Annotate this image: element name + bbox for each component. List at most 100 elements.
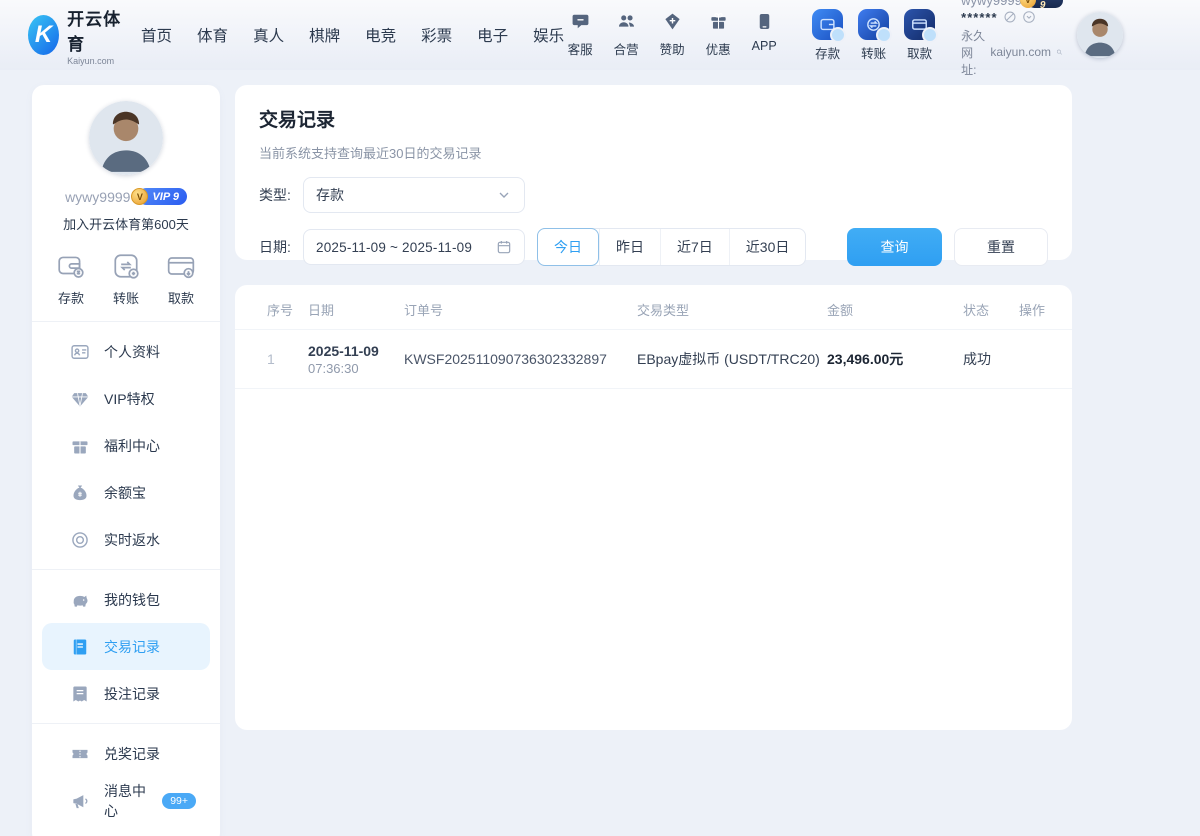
permanent-url-label: 永久网址: xyxy=(961,28,986,77)
range-30days-button[interactable]: 近30日 xyxy=(728,229,806,265)
reset-button[interactable]: 重置 xyxy=(954,228,1048,266)
page-subtitle: 当前系统支持查询最近30日的交易记录 xyxy=(259,146,482,161)
cell-amount: 23,496.00元 xyxy=(827,351,904,367)
sidebar-vip-badge: V VIP 9 xyxy=(131,188,187,205)
transfer-icon xyxy=(114,254,139,279)
topbar: K 开云体育 Kaiyun.com 首页 体育 真人 棋牌 电竞 彩票 电子 娱… xyxy=(0,0,1200,77)
sidebar-item-transactions[interactable]: 交易记录 xyxy=(42,623,210,670)
range-7days-button[interactable]: 近7日 xyxy=(660,229,729,265)
customer-service-button[interactable]: 客服 xyxy=(564,12,596,58)
diamond-badge-icon xyxy=(663,12,682,36)
type-label: 类型: xyxy=(259,187,291,203)
piggy-bank-icon xyxy=(73,595,88,607)
date-range-input[interactable]: 2025-11-09 ~ 2025-11-09 xyxy=(303,229,525,265)
vip-medal-icon: V xyxy=(1019,0,1036,8)
divider xyxy=(32,569,220,570)
sidebar-avatar[interactable] xyxy=(89,101,163,175)
sponsorship-button[interactable]: 赞助 xyxy=(656,12,688,58)
logo-icon: K xyxy=(28,15,60,55)
money-bag-icon xyxy=(73,485,87,500)
sidebar: wywy9999 V VIP 9 加入开云体育第600天 存款 转账 取款 个人… xyxy=(32,85,220,836)
date-filter-row: 日期: 2025-11-09 ~ 2025-11-09 今日 昨日 近7日 近3… xyxy=(259,228,1048,266)
vip-medal-icon: V xyxy=(131,188,149,205)
chat-bubble-icon xyxy=(571,12,590,36)
col-header-action: 操作 xyxy=(1019,302,1046,318)
logo-title: 开云体育 xyxy=(67,9,122,54)
chevron-down-circle-icon[interactable] xyxy=(1022,10,1036,24)
target-icon xyxy=(72,531,88,548)
gift-icon xyxy=(709,12,728,36)
sidebar-item-yuebao[interactable]: 余额宝 xyxy=(42,469,210,516)
col-header-index: 序号 xyxy=(267,302,294,318)
nav-item-board-games[interactable]: 棋牌 xyxy=(309,24,340,46)
deposit-button[interactable]: 存款 xyxy=(812,8,847,62)
col-header-status: 状态 xyxy=(963,302,990,318)
promotions-button[interactable]: 优惠 xyxy=(702,12,734,58)
nav-item-live-casino[interactable]: 真人 xyxy=(253,24,284,46)
withdraw-card-icon xyxy=(904,8,939,43)
receipt-icon xyxy=(73,686,87,701)
table-header-row: 序号 日期 订单号 交易类型 金额 状态 操作 xyxy=(235,289,1072,329)
date-range-presets: 今日 昨日 近7日 近30日 xyxy=(537,228,807,266)
cell-transaction-type: EBpay虚拟币 (USDT/TRC20) xyxy=(637,351,820,367)
vip-badge: V VIP 9 xyxy=(1019,0,1063,11)
sidebar-item-rebate[interactable]: 实时返水 xyxy=(42,516,210,563)
visibility-off-icon[interactable] xyxy=(1003,10,1017,24)
sidebar-item-vip[interactable]: VIP特权 xyxy=(42,375,210,422)
nav-item-sports[interactable]: 体育 xyxy=(197,24,228,46)
page-body: wywy9999 V VIP 9 加入开云体育第600天 存款 转账 取款 个人… xyxy=(0,70,1200,836)
sidebar-withdraw-button[interactable]: 取款 xyxy=(166,251,196,307)
sidebar-transfer-button[interactable]: 转账 xyxy=(111,251,141,307)
search-button[interactable]: 查询 xyxy=(847,228,942,266)
sidebar-quick-actions: 存款 转账 取款 xyxy=(32,251,220,307)
type-filter-row: 类型: 存款 xyxy=(259,177,1048,213)
date-label: 日期: xyxy=(259,239,291,255)
table-row: 1 2025-11-09 07:36:30 KWSF20251109073630… xyxy=(235,329,1072,389)
range-yesterday-button[interactable]: 昨日 xyxy=(599,229,660,265)
withdraw-button[interactable]: 取款 xyxy=(904,8,939,62)
sidebar-avatar-image xyxy=(89,101,163,175)
megaphone-icon xyxy=(73,794,88,808)
nav-item-slots[interactable]: 电子 xyxy=(477,24,508,46)
nav-item-entertainment[interactable]: 娱乐 xyxy=(533,24,564,46)
topbar-user-info: wywy9999 V VIP 9 ****** 永久网址: kaiyun.com xyxy=(961,0,1063,78)
type-select-value: 存款 xyxy=(316,187,344,203)
avatar-image xyxy=(1076,12,1123,58)
calendar-icon xyxy=(497,241,511,254)
membership-days-text: 加入开云体育第600天 xyxy=(63,217,189,232)
magnifier-icon[interactable] xyxy=(1056,45,1063,59)
bank-card-icon xyxy=(167,257,195,279)
site-logo[interactable]: K 开云体育 Kaiyun.com xyxy=(28,5,123,66)
ticket-icon xyxy=(72,749,88,758)
range-today-button[interactable]: 今日 xyxy=(537,228,599,266)
sidebar-deposit-button[interactable]: 存款 xyxy=(56,251,86,307)
sidebar-item-welfare[interactable]: 福利中心 xyxy=(42,422,210,469)
topbar-quick-links: 客服 合营 赞助 优惠 APP xyxy=(564,12,780,58)
app-download-button[interactable]: APP xyxy=(748,12,780,58)
nav-item-home[interactable]: 首页 xyxy=(141,24,172,46)
nav-item-esports[interactable]: 电竞 xyxy=(365,24,396,46)
divider xyxy=(32,321,220,322)
sidebar-item-wallet[interactable]: 我的钱包 xyxy=(42,576,210,623)
nav-item-lottery[interactable]: 彩票 xyxy=(421,24,452,46)
id-card-icon xyxy=(71,344,89,359)
cell-status: 成功 xyxy=(963,351,991,367)
transfer-button[interactable]: 转账 xyxy=(858,8,893,62)
sidebar-item-rewards[interactable]: 兑奖记录 xyxy=(42,730,210,777)
avatar[interactable] xyxy=(1076,12,1123,58)
col-header-order: 订单号 xyxy=(404,302,444,318)
col-header-date: 日期 xyxy=(308,302,335,318)
partnership-button[interactable]: 合营 xyxy=(610,12,642,58)
sidebar-item-bets[interactable]: 投注记录 xyxy=(42,670,210,717)
sidebar-item-messages[interactable]: 消息中心 99+ xyxy=(42,777,210,824)
unread-count-badge: 99+ xyxy=(162,792,196,809)
col-header-amount: 金额 xyxy=(827,302,854,318)
sidebar-item-profile[interactable]: 个人资料 xyxy=(42,328,210,375)
type-select[interactable]: 存款 xyxy=(303,177,525,213)
ledger-icon xyxy=(73,639,87,654)
deposit-card-icon xyxy=(812,8,847,43)
logo-subtitle: Kaiyun.com xyxy=(67,55,115,66)
transactions-table: 序号 日期 订单号 交易类型 金额 状态 操作 1 2025-11-09 07:… xyxy=(235,285,1072,730)
chevron-down-icon xyxy=(499,192,509,198)
cell-date: 2025-11-09 07:36:30 xyxy=(308,342,379,376)
